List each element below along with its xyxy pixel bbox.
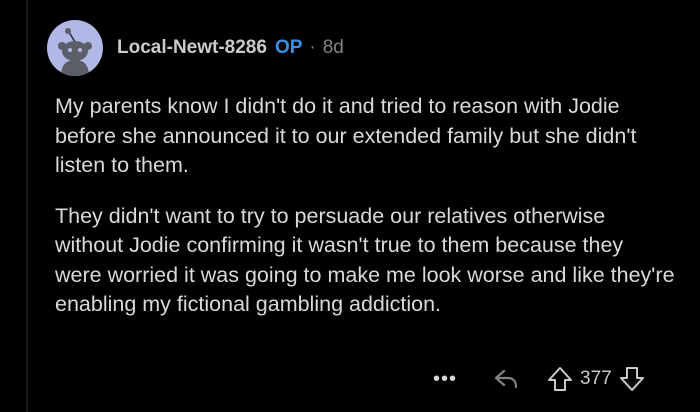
downvote-button[interactable] xyxy=(618,365,646,393)
snoo-avatar-icon xyxy=(58,28,92,76)
comment-paragraph: They didn't want to try to persuade our … xyxy=(55,203,675,317)
more-options-button[interactable]: ••• xyxy=(430,369,460,389)
vote-score: 377 xyxy=(580,368,612,389)
comment-age: 8d xyxy=(322,37,344,58)
comment-paragraph: My parents know I didn't do it and tried… xyxy=(55,94,637,177)
op-badge: OP xyxy=(274,37,303,58)
meta-separator: · xyxy=(309,37,316,58)
username-link[interactable]: Local-Newt-8286 xyxy=(117,37,267,59)
comment-meta: Local-Newt-8286 OP · 8d xyxy=(117,37,344,59)
upvote-arrow-icon xyxy=(548,367,572,391)
upvote-button[interactable] xyxy=(546,365,574,393)
comment-body: My parents know I didn't do it and tried… xyxy=(55,92,675,341)
thread-line xyxy=(26,0,28,412)
downvote-arrow-icon xyxy=(619,367,644,391)
reply-arrow-icon xyxy=(494,369,518,389)
comment-header: Local-Newt-8286 OP · 8d xyxy=(47,20,344,76)
comment-actions: ••• 377 xyxy=(430,362,646,396)
avatar[interactable] xyxy=(47,20,103,76)
reply-button[interactable] xyxy=(492,366,520,392)
